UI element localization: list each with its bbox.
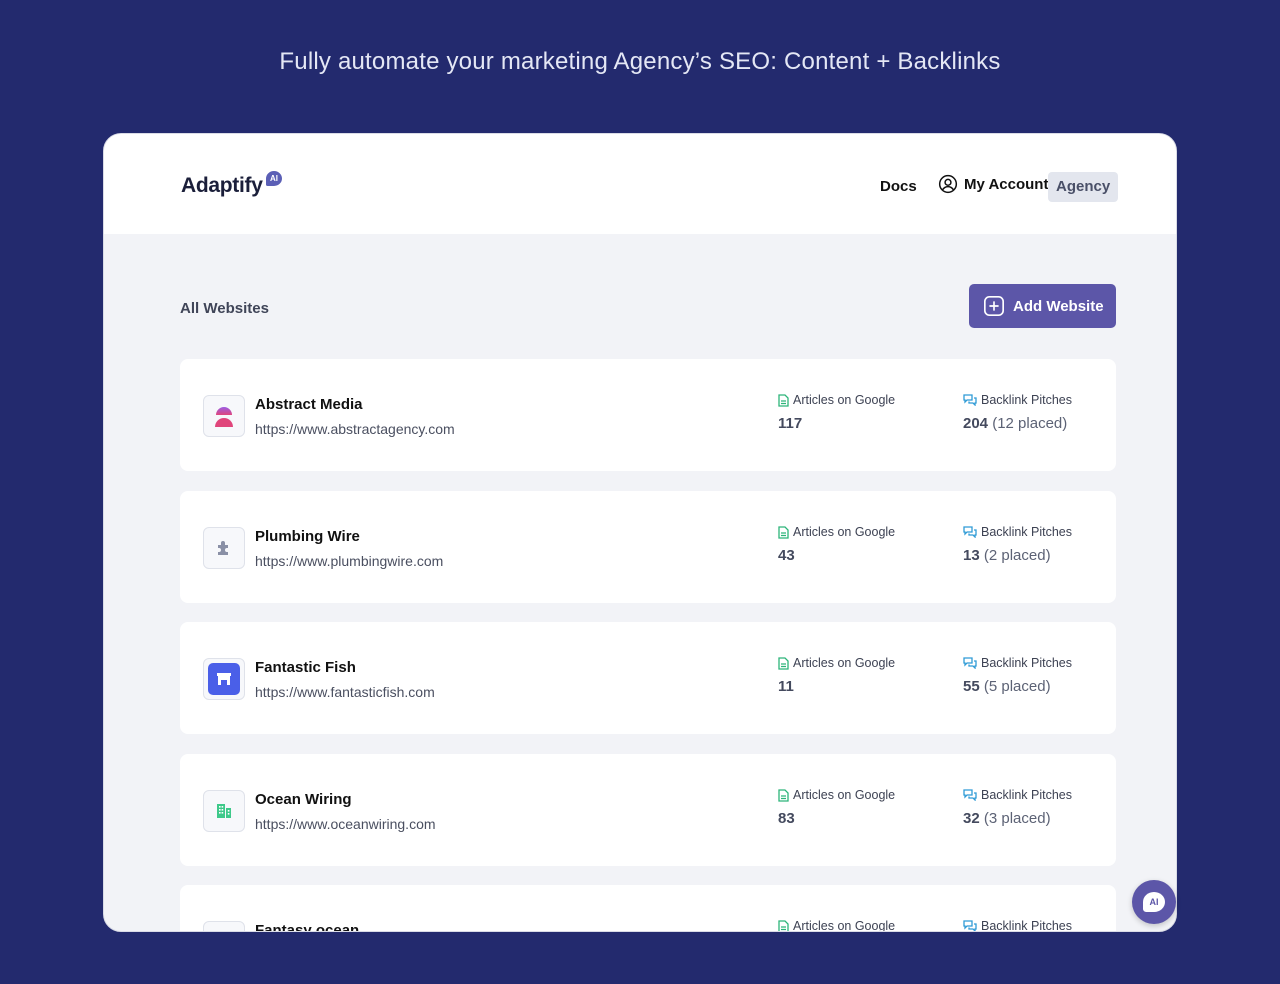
articles-count-value: 117 xyxy=(778,415,803,432)
website-url[interactable]: https://www.plumbingwire.com xyxy=(255,553,443,569)
website-url[interactable]: https://www.oceanwiring.com xyxy=(255,816,436,832)
puzzle-icon xyxy=(203,527,245,569)
site-icon xyxy=(203,921,245,931)
backlinks-label-text: Backlink Pitches xyxy=(981,919,1073,932)
chat-bubbles-icon xyxy=(963,920,977,931)
page-headline: Fully automate your marketing Agency’s S… xyxy=(279,48,1001,75)
articles-label-text: Articles on Google xyxy=(793,525,896,539)
backlinks-label: Backlink Pitches xyxy=(963,656,1072,670)
backlink-pitches: 32 (3 placed) xyxy=(963,810,1051,827)
backlinks-label-text: Backlink Pitches xyxy=(981,525,1073,539)
articles-label-text: Articles on Google xyxy=(793,393,896,407)
plus-square-icon xyxy=(984,296,1004,316)
placed-count: (2 placed) xyxy=(983,547,1051,564)
placed-count: (3 placed) xyxy=(983,810,1051,827)
add-website-label: Add Website xyxy=(1013,297,1104,315)
logo-ai-badge: AI xyxy=(266,171,282,186)
articles-label: Articles on Google xyxy=(778,393,895,407)
nav-my-account[interactable]: My Account xyxy=(938,174,1048,194)
storefront-icon xyxy=(203,658,245,700)
website-card[interactable]: Fantastic Fish https://www.fantasticfish… xyxy=(180,622,1116,734)
backlink-pitches: 204 (12 placed) xyxy=(963,415,1067,432)
website-card[interactable]: Ocean Wiring https://www.oceanwiring.com… xyxy=(180,754,1116,866)
document-icon xyxy=(778,788,789,802)
articles-count: 43 xyxy=(778,547,795,564)
app-window: Adaptify AI Docs My Account Agency All W… xyxy=(103,133,1177,932)
articles-count: 83 xyxy=(778,810,795,827)
backlinks-label: Backlink Pitches xyxy=(963,919,1073,932)
nav-agency-tab[interactable]: Agency xyxy=(1048,172,1119,202)
chat-bubbles-icon xyxy=(963,657,977,669)
chat-bubbles-icon xyxy=(963,526,977,538)
pitches-count: 204 xyxy=(963,415,989,432)
website-name[interactable]: Plumbing Wire xyxy=(255,528,360,545)
pitches-count: 55 xyxy=(963,678,980,695)
backlinks-label-text: Backlink Pitches xyxy=(981,656,1073,670)
articles-label: Articles on Google xyxy=(778,525,895,539)
document-icon xyxy=(778,393,789,407)
document-icon xyxy=(778,656,789,670)
articles-label-text: Articles on Google xyxy=(793,919,896,932)
articles-label-text: Articles on Google xyxy=(793,788,896,802)
articles-count-value: 11 xyxy=(778,678,794,695)
chat-ai-icon: AI xyxy=(1143,892,1165,912)
nav-my-account-label: My Account xyxy=(964,175,1049,193)
articles-label: Articles on Google xyxy=(778,919,896,932)
articles-count-value: 43 xyxy=(778,547,795,564)
website-url[interactable]: https://www.abstractagency.com xyxy=(255,421,455,437)
website-name[interactable]: Abstract Media xyxy=(255,396,363,413)
website-name[interactable]: Ocean Wiring xyxy=(255,791,352,808)
articles-count: 117 xyxy=(778,415,802,432)
articles-count-value: 83 xyxy=(778,810,795,827)
articles-count: 11 xyxy=(778,678,794,695)
document-icon xyxy=(778,919,789,931)
website-name[interactable]: Fantastic Fish xyxy=(255,659,356,676)
ai-chat-button[interactable]: AI xyxy=(1132,880,1176,924)
placed-count: (5 placed) xyxy=(983,678,1051,695)
website-card[interactable]: Plumbing Wire https://www.plumbingwire.c… xyxy=(180,491,1116,603)
logo[interactable]: Adaptify xyxy=(181,174,263,198)
backlinks-label: Backlink Pitches xyxy=(963,393,1072,407)
user-circle-icon xyxy=(938,174,958,194)
person-avatar-icon xyxy=(203,395,245,437)
website-name[interactable]: Fantasy ocean xyxy=(255,922,359,931)
backlinks-label: Backlink Pitches xyxy=(963,788,1072,802)
top-navigation-bar: Adaptify AI Docs My Account Agency xyxy=(104,134,1176,234)
nav-docs-link[interactable]: Docs xyxy=(880,178,917,195)
chat-bubbles-icon xyxy=(963,789,977,801)
website-card[interactable]: Abstract Media https://www.abstractagenc… xyxy=(180,359,1116,471)
website-url[interactable]: https://www.fantasticfish.com xyxy=(255,684,435,700)
articles-label-text: Articles on Google xyxy=(793,656,896,670)
placed-count: (12 placed) xyxy=(992,415,1068,432)
articles-label: Articles on Google xyxy=(778,656,895,670)
backlink-pitches: 55 (5 placed) xyxy=(963,678,1051,695)
backlinks-label: Backlink Pitches xyxy=(963,525,1072,539)
backlinks-label-text: Backlink Pitches xyxy=(981,393,1073,407)
add-website-button[interactable]: Add Website xyxy=(969,284,1116,328)
section-title: All Websites xyxy=(180,300,269,317)
articles-label: Articles on Google xyxy=(778,788,895,802)
document-icon xyxy=(778,525,789,539)
website-card[interactable]: Fantasy ocean Articles on Google Backlin… xyxy=(180,885,1116,932)
chat-bubbles-icon xyxy=(963,394,977,406)
backlinks-label-text: Backlink Pitches xyxy=(981,788,1073,802)
backlink-pitches: 13 (2 placed) xyxy=(963,547,1051,564)
building-icon xyxy=(203,790,245,832)
pitches-count: 32 xyxy=(963,810,980,827)
pitches-count: 13 xyxy=(963,547,980,564)
